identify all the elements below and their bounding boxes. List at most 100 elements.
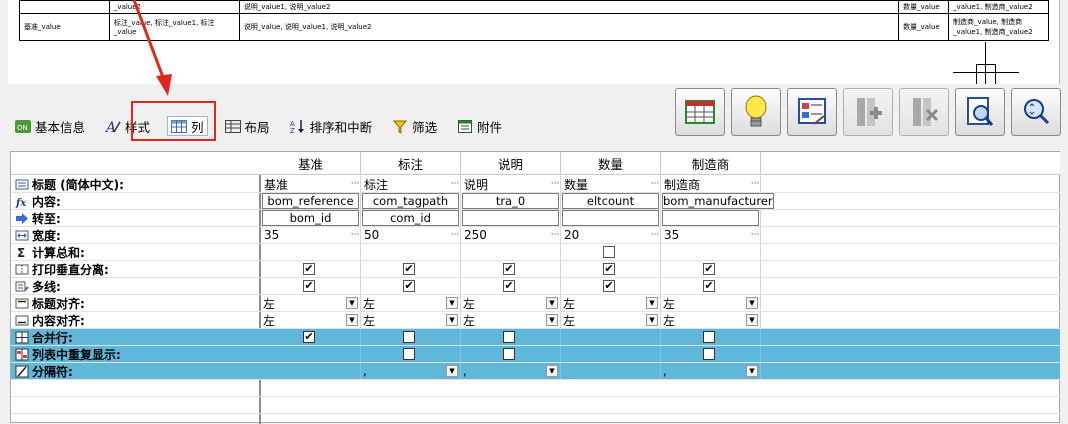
merge-checkbox[interactable] <box>403 331 415 343</box>
content-align-dropdown[interactable]: 左 ▼ <box>261 312 361 328</box>
ellipsis-icon: ··· <box>650 230 660 240</box>
content-cell[interactable]: eltcount <box>561 193 661 209</box>
content-cell[interactable]: tra_0 <box>461 193 561 209</box>
title-cell[interactable]: 标注 ··· <box>361 176 461 192</box>
preview-cell: 说明_value, 说明_value1, 说明_value2 <box>238 13 900 41</box>
print-split-checkbox[interactable]: ✔ <box>303 263 315 275</box>
column-header[interactable]: 制造商 <box>661 152 761 174</box>
title-icon <box>15 178 29 191</box>
print-split-checkbox[interactable]: ✔ <box>403 263 415 275</box>
column-header[interactable]: 标注 <box>361 152 461 174</box>
merge-checkbox[interactable] <box>503 331 515 343</box>
table-icon <box>685 100 715 124</box>
title-cell[interactable]: 制造商 ··· <box>661 176 761 192</box>
title-cell[interactable]: 基准 ··· <box>261 176 361 192</box>
content-align-dropdown[interactable]: 左 ▼ <box>361 312 461 328</box>
chevron-down-icon: ▼ <box>446 314 458 326</box>
annotation-arrow <box>132 0 172 96</box>
empty-row <box>11 397 1060 414</box>
column-header[interactable]: 数量 <box>561 152 661 174</box>
svg-text:ON: ON <box>17 124 28 132</box>
multiline-checkbox[interactable]: ✔ <box>603 280 615 292</box>
chevron-down-icon: ▼ <box>546 297 558 309</box>
width-cell[interactable]: 35 ··· <box>261 227 361 243</box>
tab-label: 筛选 <box>412 119 438 135</box>
delete-column-button[interactable] <box>899 88 949 136</box>
tab-label: 基本信息 <box>35 119 86 135</box>
content-cell[interactable]: com_tagpath <box>361 193 461 209</box>
preview-button[interactable] <box>955 88 1005 136</box>
content-align-dropdown[interactable]: 左 ▼ <box>461 312 561 328</box>
title-align-dropdown[interactable]: 左 ▼ <box>661 295 761 311</box>
content-align-dropdown[interactable]: 左 ▼ <box>561 312 661 328</box>
goto-cell[interactable] <box>561 210 661 226</box>
form-button[interactable] <box>787 88 837 136</box>
row-label: 标题对齐: <box>11 295 259 311</box>
hint-button[interactable] <box>731 88 781 136</box>
tab-attachment[interactable]: 附件 <box>454 116 505 136</box>
column-header[interactable]: 基准 <box>261 152 361 174</box>
row-label: fx 内容: <box>15 194 61 209</box>
goto-cell[interactable] <box>661 210 761 226</box>
empty-row <box>11 380 1060 397</box>
merge-checkbox[interactable] <box>703 331 715 343</box>
sum-checkbox[interactable] <box>603 246 615 258</box>
print-split-row: 打印垂直分离: ✔ ✔ ✔ ✔ ✔ <box>11 261 1060 278</box>
content-align-dropdown[interactable]: 左 ▼ <box>661 312 761 328</box>
tab-basic-info[interactable]: ON 基本信息 <box>12 116 88 136</box>
chevron-down-icon: ▼ <box>646 314 658 326</box>
merge-checkbox[interactable]: ✔ <box>303 331 315 343</box>
repeat-checkbox[interactable] <box>703 348 715 360</box>
content-cell[interactable]: bom_reference <box>261 193 361 209</box>
sort-icon: AZ <box>290 119 306 135</box>
multiline-checkbox[interactable]: ✔ <box>503 280 515 292</box>
separator-dropdown[interactable]: , ▼ <box>461 363 561 379</box>
repeat-checkbox[interactable] <box>403 348 415 360</box>
chevron-down-icon: ▼ <box>446 365 458 377</box>
print-split-checkbox[interactable]: ✔ <box>503 263 515 275</box>
title-cell[interactable]: 数量 ··· <box>561 176 661 192</box>
insert-column-button[interactable] <box>843 88 893 136</box>
tab-filter[interactable]: 筛选 <box>389 116 440 136</box>
title-align-dropdown[interactable]: 左 ▼ <box>561 295 661 311</box>
goto-cell[interactable] <box>461 210 561 226</box>
separator-dropdown[interactable]: , ▼ <box>661 363 761 379</box>
multiline-checkbox[interactable]: ✔ <box>403 280 415 292</box>
table-button[interactable] <box>675 88 725 136</box>
content-align-row: 内容对齐: 左 ▼ 左 ▼ 左 ▼ 左 ▼ 左 ▼ <box>11 312 1060 329</box>
title-cell[interactable]: 说明 ··· <box>461 176 561 192</box>
print-split-checkbox[interactable]: ✔ <box>603 263 615 275</box>
content-row: fx 内容: bom_reference com_tagpath tra_0 e… <box>11 193 1060 210</box>
width-cell[interactable]: 250 ··· <box>461 227 561 243</box>
connector-line <box>976 64 977 84</box>
goto-cell[interactable]: com_id <box>361 210 461 226</box>
title-align-dropdown[interactable]: 左 ▼ <box>361 295 461 311</box>
svg-text:fx: fx <box>15 198 27 208</box>
multiline-checkbox[interactable]: ✔ <box>303 280 315 292</box>
separator-dropdown[interactable]: , ▼ <box>361 363 461 379</box>
tab-sort[interactable]: AZ 排序和中断 <box>287 116 376 136</box>
separator-icon <box>15 365 29 378</box>
tab-layout[interactable]: 布局 <box>222 116 273 136</box>
ellipsis-icon: ··· <box>750 230 760 240</box>
width-cell[interactable]: 20 ··· <box>561 227 661 243</box>
preview-cell: _value1, 制造商_value2 <box>948 0 1049 14</box>
chevron-down-icon: ▼ <box>546 365 558 377</box>
content-cell[interactable]: bom_manufacturer <box>661 193 774 209</box>
goto-cell[interactable]: bom_id <box>261 210 361 226</box>
multiline-checkbox[interactable]: ✔ <box>703 280 715 292</box>
title-row: 标题 (简体中文): 基准 ··· 标注 ··· 说明 ··· 数量 ··· 制造商 ··… <box>11 176 1060 193</box>
preview-cell: 数量_value <box>898 0 950 14</box>
connector-line <box>985 42 986 84</box>
form-icon <box>798 98 826 125</box>
width-cell[interactable]: 35 ··· <box>661 227 761 243</box>
width-cell[interactable]: 50 ··· <box>361 227 461 243</box>
print-split-checkbox[interactable]: ✔ <box>703 263 715 275</box>
separator-row: 分隔符: , ▼ , ▼ , ▼ <box>11 363 1060 380</box>
title-align-dropdown[interactable]: 左 ▼ <box>261 295 361 311</box>
repeat-checkbox[interactable] <box>503 348 515 360</box>
column-header[interactable]: 说明 <box>461 152 561 174</box>
title-align-dropdown[interactable]: 左 ▼ <box>461 295 561 311</box>
preview-cell: 基准_value <box>19 13 110 41</box>
zoom-button[interactable] <box>1011 88 1061 136</box>
